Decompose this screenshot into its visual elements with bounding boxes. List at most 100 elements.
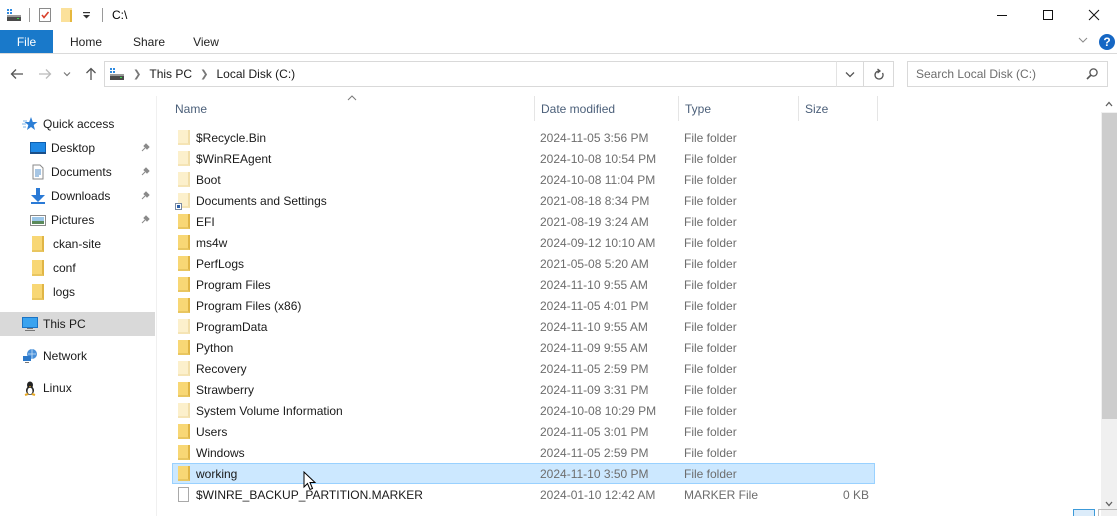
nav-item-documents[interactable]: Documents <box>0 160 155 184</box>
forward-button[interactable] <box>36 64 54 84</box>
pin-icon[interactable] <box>141 189 151 203</box>
column-header-size[interactable]: Size <box>805 96 875 121</box>
column-resize-handle[interactable] <box>798 96 799 121</box>
help-button[interactable]: ? <box>1099 33 1115 50</box>
file-row[interactable]: Users 2024-11-05 3:01 PM File folder <box>172 421 875 442</box>
column-resize-handle[interactable] <box>877 96 878 121</box>
file-name: PerfLogs <box>196 256 245 271</box>
scroll-up-button[interactable] <box>1101 96 1117 112</box>
file-row[interactable]: Strawberry 2024-11-09 3:31 PM File folder <box>172 379 875 400</box>
breadcrumb-chevron-icon[interactable]: ❯ <box>133 69 141 80</box>
file-row[interactable]: $Recycle.Bin 2024-11-05 3:56 PM File folde… <box>172 127 875 148</box>
file-type: File folder <box>684 424 737 439</box>
folder-icon <box>178 403 190 418</box>
file-row[interactable]: Recovery 2024-11-05 2:59 PM File folder <box>172 358 875 379</box>
file-row[interactable]: PerfLogs 2021-05-08 5:20 AM File folder <box>172 253 875 274</box>
customize-toolbar-dropdown-icon[interactable] <box>79 7 95 23</box>
file-type: File folder <box>684 235 737 250</box>
file-size: 0 KB <box>842 487 869 502</box>
file-row[interactable]: Boot 2024-10-08 11:04 PM File folder <box>172 169 875 190</box>
breadcrumb-local-disk[interactable]: Local Disk (C:) <box>216 67 295 81</box>
documents-icon <box>30 164 46 180</box>
nav-item-label: logs <box>53 285 76 299</box>
folder-icon <box>32 236 48 252</box>
maximize-button[interactable] <box>1025 0 1071 30</box>
file-row[interactable]: System Volume Information 2024-10-08 10:2… <box>172 400 875 421</box>
file-row[interactable]: Program Files (x86) 2024-11-05 4:01 PM Fil… <box>172 295 875 316</box>
new-folder-icon[interactable] <box>59 7 75 23</box>
nav-item-network[interactable]: Network <box>0 344 155 368</box>
vertical-scrollbar[interactable] <box>1101 96 1117 516</box>
expand-ribbon-chevron-icon[interactable] <box>1077 34 1089 49</box>
file-row[interactable]: Program Files 2024-11-10 9:55 AM File fold… <box>172 274 875 295</box>
file-type: File folder <box>684 466 737 481</box>
details-view-button[interactable] <box>1073 509 1095 516</box>
column-resize-handle[interactable] <box>534 96 535 121</box>
folder-icon <box>178 277 190 292</box>
tab-share[interactable]: Share <box>123 30 175 53</box>
search-input[interactable] <box>916 67 1076 81</box>
pin-icon[interactable] <box>141 165 151 179</box>
file-date-modified: 2024-11-09 3:31 PM <box>540 382 649 397</box>
nav-item-label: This PC <box>43 317 86 331</box>
nav-item-downloads[interactable]: Downloads <box>0 184 155 208</box>
file-row[interactable]: $WinREAgent 2024-10-08 10:54 PM File folde… <box>172 148 875 169</box>
file-type: File folder <box>684 193 737 208</box>
tab-home[interactable]: Home <box>53 30 119 53</box>
nav-item-label: Network <box>43 349 88 363</box>
search-box[interactable] <box>907 61 1108 87</box>
breadcrumb-this-pc[interactable]: This PC <box>149 67 192 81</box>
column-header-date-modified[interactable]: Date modified <box>541 96 679 121</box>
folder-icon <box>178 298 190 313</box>
quick-access-toolbar: C:\ <box>0 0 127 30</box>
file-row[interactable]: EFI 2021-08-19 3:24 AM File folder <box>172 211 875 232</box>
tab-view[interactable]: View <box>181 30 231 53</box>
folder-icon <box>32 284 48 300</box>
column-header-type[interactable]: Type <box>685 96 797 121</box>
nav-item-desktop[interactable]: Desktop <box>0 136 155 160</box>
file-row[interactable]: Python 2024-11-09 9:55 AM File folder <box>172 337 875 358</box>
up-button[interactable] <box>82 64 100 84</box>
close-button[interactable] <box>1071 0 1117 30</box>
refresh-button[interactable] <box>864 61 894 87</box>
nav-item-this-pc[interactable]: This PC <box>0 312 155 336</box>
nav-item-pictures[interactable]: Pictures <box>0 208 155 232</box>
tab-file[interactable]: File <box>0 30 53 53</box>
file-row[interactable]: Windows 2024-11-05 2:59 PM File folder <box>172 442 875 463</box>
file-row[interactable]: Documents and Settings 2021-08-18 8:34 PM… <box>172 190 875 211</box>
column-resize-handle[interactable] <box>678 96 679 121</box>
file-type: File folder <box>684 214 737 229</box>
back-button[interactable] <box>8 64 26 84</box>
nav-item-ckan-site[interactable]: ckan-site <box>0 232 155 256</box>
file-name: Documents and Settings <box>196 193 327 208</box>
folder-icon <box>178 214 190 229</box>
pin-icon[interactable] <box>141 141 151 155</box>
linux-penguin-icon <box>22 380 38 396</box>
address-history-dropdown[interactable] <box>836 61 864 87</box>
minimize-button[interactable] <box>979 0 1025 30</box>
nav-item-quick-access[interactable]: Quick access <box>0 112 155 136</box>
chevron-down-icon <box>845 71 855 77</box>
pin-icon[interactable] <box>141 213 151 227</box>
nav-item-conf[interactable]: conf <box>0 256 155 280</box>
large-icons-view-button[interactable] <box>1098 509 1117 516</box>
column-header-label: Date modified <box>541 101 616 116</box>
nav-item-logs[interactable]: logs <box>0 280 155 304</box>
recent-locations-button[interactable] <box>61 64 73 84</box>
column-header-name[interactable]: Name <box>175 96 535 121</box>
address-bar[interactable]: ❯ This PC ❯ Local Disk (C:) <box>104 61 864 87</box>
nav-item-linux[interactable]: Linux <box>0 376 155 400</box>
title-bar: C:\ <box>0 0 1117 30</box>
file-row[interactable]: ms4w 2024-09-12 10:10 AM File folder <box>172 232 875 253</box>
search-icon[interactable] <box>1085 67 1099 84</box>
file-row[interactable]: ProgramData 2024-11-10 9:55 AM File folder <box>172 316 875 337</box>
scrollbar-thumb[interactable] <box>1102 113 1117 419</box>
file-name: working <box>196 466 238 481</box>
properties-icon[interactable] <box>37 7 53 23</box>
file-row[interactable]: working 2024-11-10 3:50 PM File folder <box>172 463 875 484</box>
file-date-modified: 2024-09-12 10:10 AM <box>540 235 656 250</box>
chevron-up-icon <box>1105 101 1113 107</box>
folder-icon <box>32 260 48 276</box>
breadcrumb-chevron-icon[interactable]: ❯ <box>200 69 208 80</box>
file-row[interactable]: $WINRE_BACKUP_PARTITION.MARKER 2024-01-10… <box>172 484 875 505</box>
